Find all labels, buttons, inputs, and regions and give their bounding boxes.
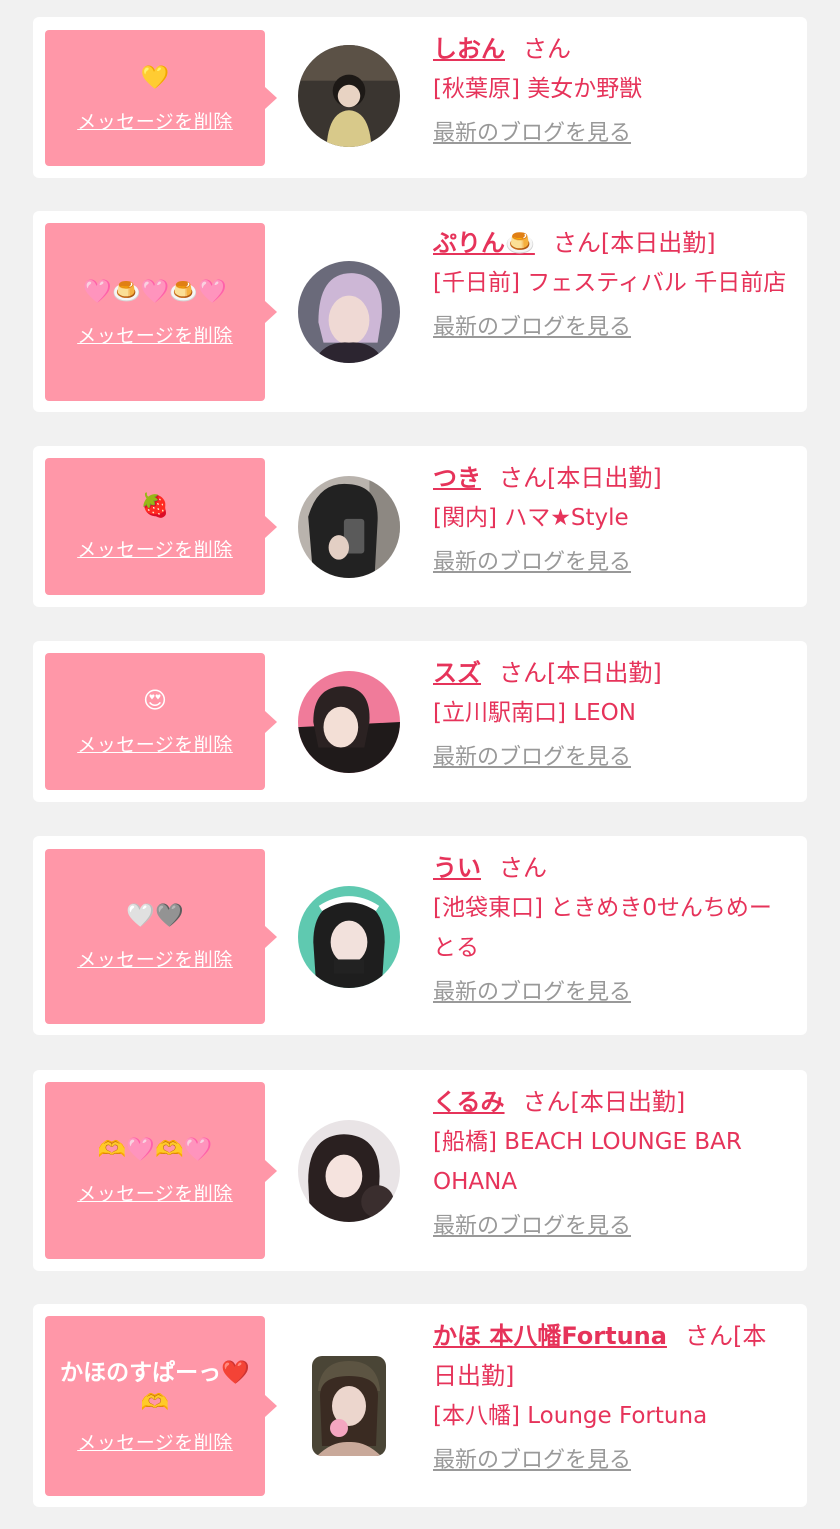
girl-name-link[interactable]: かほ 本八幡Fortuna xyxy=(433,1322,667,1350)
avatar[interactable] xyxy=(298,45,400,147)
latest-blog-link[interactable]: 最新のブログを見る xyxy=(433,1446,631,1476)
name-line: くるみ さん[本日出勤] xyxy=(433,1082,787,1122)
shop-label: [本八幡] Lounge Fortuna xyxy=(433,1403,708,1429)
delete-message-link[interactable]: メッセージを削除 xyxy=(77,1179,233,1206)
avatar-photo xyxy=(298,476,400,578)
message-card: 🍓 メッセージを削除 つき さん[本日出勤] [関内] ハマ★Style 最新のブ… xyxy=(33,446,807,607)
message-bubble: 💛 メッセージを削除 xyxy=(45,30,277,166)
delete-message-link[interactable]: メッセージを削除 xyxy=(77,730,233,757)
message-bubble: 🍓 メッセージを削除 xyxy=(45,458,277,595)
latest-blog-link[interactable]: 最新のブログを見る xyxy=(433,119,631,149)
shop-label: [池袋東口] ときめき0せんちめーとる xyxy=(433,895,772,961)
name-line: うい さん xyxy=(433,848,787,888)
girl-name-link[interactable]: つき xyxy=(433,464,481,492)
honorific-status: さん xyxy=(523,35,571,63)
message-bubble: 😍 メッセージを削除 xyxy=(45,653,277,790)
message-card: かほのすぱーっ❤️🫶 メッセージを削除 かほ 本八幡Fortuna さん[本日出勤… xyxy=(33,1304,807,1507)
avatar-photo xyxy=(312,1356,386,1456)
delete-message-link[interactable]: メッセージを削除 xyxy=(77,1428,233,1455)
message-text: 🍓 xyxy=(140,493,170,519)
girl-info: くるみ さん[本日出勤] [船橋] BEACH LOUNGE BAR OHANA … xyxy=(433,1082,787,1242)
message-card: 🤍🩶 メッセージを削除 うい さん [池袋東口] ときめき0せんちめーとる 最新の… xyxy=(33,836,807,1035)
girl-info: ぷりん🍮 さん[本日出勤] [千日前] フェスティバル 千日前店 最新のブログを見… xyxy=(433,223,787,343)
shop-label: [立川駅南口] LEON xyxy=(433,700,636,726)
avatar[interactable] xyxy=(298,671,400,773)
message-text: 🫶🩷🫶🩷 xyxy=(97,1137,213,1163)
latest-blog-link[interactable]: 最新のブログを見る xyxy=(433,743,631,773)
honorific-status: さん[本日出勤] xyxy=(522,1088,686,1116)
name-line: ぷりん🍮 さん[本日出勤] xyxy=(433,223,787,263)
girl-info: しおん さん [秋葉原] 美女か野獣 最新のブログを見る xyxy=(433,29,787,149)
message-card: 🫶🩷🫶🩷 メッセージを削除 くるみ さん[本日出勤] [船橋] BEACH LOU… xyxy=(33,1070,807,1271)
message-card: 😍 メッセージを削除 スズ さん[本日出勤] [立川駅南口] LEON 最新のブロ… xyxy=(33,641,807,802)
avatar-photo xyxy=(298,261,400,363)
honorific-status: さん[本日出勤] xyxy=(499,659,662,687)
message-card: 🩷🍮🩷🍮🩷 メッセージを削除 ぷりん🍮 さん[本日出勤] [千日前] フェスティバ… xyxy=(33,211,807,412)
avatar[interactable] xyxy=(312,1356,386,1456)
message-bubble: 🫶🩷🫶🩷 メッセージを削除 xyxy=(45,1082,277,1259)
honorific-status: さん[本日出勤] xyxy=(552,229,716,257)
message-bubble: 🩷🍮🩷🍮🩷 メッセージを削除 xyxy=(45,223,277,401)
avatar[interactable] xyxy=(298,886,400,988)
girl-info: かほ 本八幡Fortuna さん[本日出勤] [本八幡] Lounge Fortu… xyxy=(433,1316,787,1476)
avatar-photo xyxy=(298,886,400,988)
avatar[interactable] xyxy=(298,476,400,578)
delete-message-link[interactable]: メッセージを削除 xyxy=(77,945,233,972)
message-card: 💛 メッセージを削除 しおん さん [秋葉原] 美女か野獣 最新のブログを見る xyxy=(33,17,807,178)
avatar[interactable] xyxy=(298,261,400,363)
girl-name-link[interactable]: しおん xyxy=(433,35,505,63)
message-text: 💛 xyxy=(140,64,170,91)
message-bubble: かほのすぱーっ❤️🫶 メッセージを削除 xyxy=(45,1316,277,1496)
girl-name-link[interactable]: ぷりん🍮 xyxy=(433,229,535,257)
latest-blog-link[interactable]: 最新のブログを見る xyxy=(433,548,631,578)
girl-info: つき さん[本日出勤] [関内] ハマ★Style 最新のブログを見る xyxy=(433,458,787,578)
girl-name-link[interactable]: スズ xyxy=(433,659,481,687)
honorific-status: さん[本日出勤] xyxy=(499,464,662,492)
message-bubble: 🤍🩶 メッセージを削除 xyxy=(45,849,277,1024)
delete-message-link[interactable]: メッセージを削除 xyxy=(77,321,233,348)
delete-message-link[interactable]: メッセージを削除 xyxy=(77,107,233,134)
shop-label: [秋葉原] 美女か野獣 xyxy=(433,76,643,102)
honorific-status: さん xyxy=(499,854,547,882)
delete-message-link[interactable]: メッセージを削除 xyxy=(77,535,233,562)
message-text: 🤍🩶 xyxy=(126,903,184,929)
latest-blog-link[interactable]: 最新のブログを見る xyxy=(433,313,631,343)
girl-info: うい さん [池袋東口] ときめき0せんちめーとる 最新のブログを見る xyxy=(433,848,787,1008)
name-line: スズ さん[本日出勤] xyxy=(433,653,787,693)
name-line: つき さん[本日出勤] xyxy=(433,458,787,498)
avatar[interactable] xyxy=(298,1120,400,1222)
shop-label: [関内] ハマ★Style xyxy=(433,505,629,531)
girl-name-link[interactable]: くるみ xyxy=(433,1088,505,1116)
name-line: かほ 本八幡Fortuna さん[本日出勤] xyxy=(433,1316,787,1396)
avatar-photo xyxy=(298,671,400,773)
girl-info: スズ さん[本日出勤] [立川駅南口] LEON 最新のブログを見る xyxy=(433,653,787,773)
latest-blog-link[interactable]: 最新のブログを見る xyxy=(433,1212,631,1242)
shop-label: [船橋] BEACH LOUNGE BAR OHANA xyxy=(433,1129,742,1195)
message-text: 🩷🍮🩷🍮🩷 xyxy=(83,278,227,305)
avatar-photo xyxy=(298,1120,400,1222)
message-text: 😍 xyxy=(143,688,167,714)
shop-label: [千日前] フェスティバル 千日前店 xyxy=(433,270,787,296)
name-line: しおん さん xyxy=(433,29,787,69)
message-text: かほのすぱーっ❤️🫶 xyxy=(60,1359,250,1416)
avatar-photo xyxy=(298,45,400,147)
girl-name-link[interactable]: うい xyxy=(433,854,481,882)
latest-blog-link[interactable]: 最新のブログを見る xyxy=(433,978,631,1008)
